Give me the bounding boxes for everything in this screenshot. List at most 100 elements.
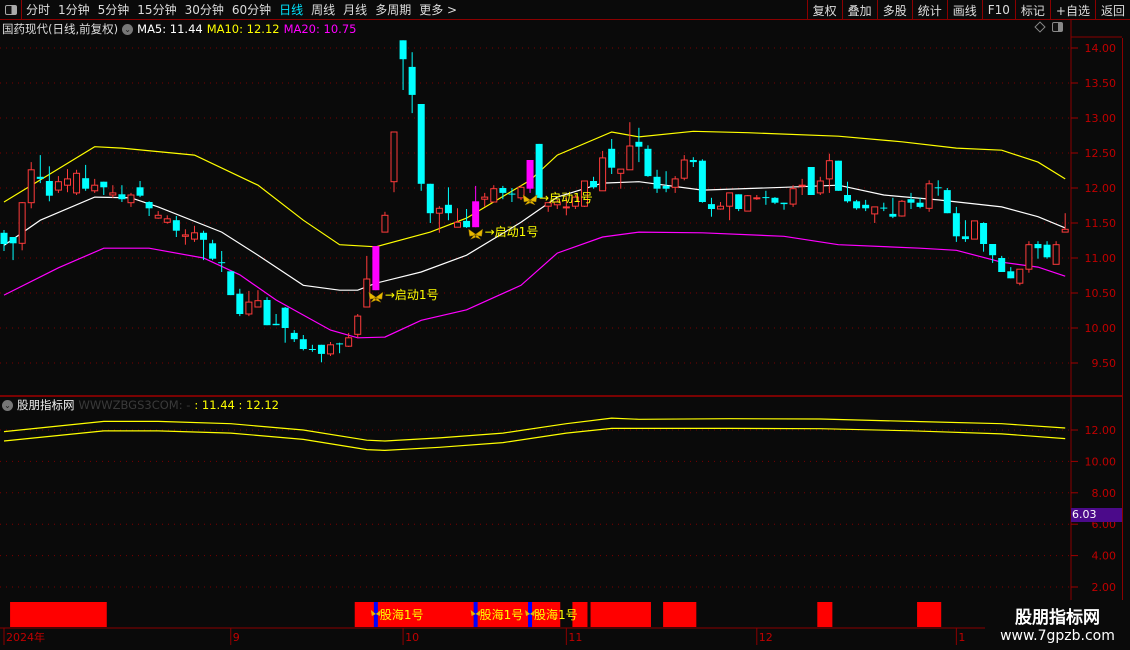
candle [227,271,235,296]
candle [653,169,661,193]
candle [472,185,480,228]
candle [1043,241,1051,259]
candle [717,202,725,210]
candle [789,185,797,207]
candle [916,197,924,209]
candle-body [844,195,852,202]
candle [490,185,498,203]
candle [889,197,897,219]
candle [807,167,815,195]
candle-body [943,190,951,214]
candle [9,237,17,261]
signal-bar [817,602,833,627]
candle-body [980,223,988,244]
candle-body [816,180,824,194]
candle [816,176,824,195]
candle-body [444,204,452,214]
butterfly-icon [468,228,483,240]
signal-marker: →启动1号 [468,225,538,240]
candle-body [1061,228,1069,233]
candle [853,199,861,210]
candle-body [871,206,879,215]
candle [771,197,779,205]
candle [63,169,71,193]
candle-body [345,337,353,347]
candle-body [780,202,788,205]
candle [145,201,153,216]
candle-body [0,232,8,244]
candle-body [426,183,434,214]
candle-body [254,300,262,308]
candle-body [635,141,643,147]
candle [617,168,625,189]
candle-body [218,262,226,264]
candle-body [662,185,670,189]
candle-body [753,197,761,200]
candle-body [190,232,198,240]
candle [698,159,706,203]
candle [590,176,598,189]
candle-body [862,204,870,209]
candle-body [771,197,779,203]
candle-body [717,205,725,210]
candle [662,171,670,193]
price-tick-label: 12.50 [1085,147,1117,160]
candle-body [825,160,833,180]
candle [934,180,942,196]
watermark: 股朋指标网 www.7gpzb.com [985,600,1130,650]
candle [73,169,81,195]
candle-body [1052,244,1060,265]
candle-body [952,213,960,237]
candle [880,202,888,212]
candle-body [299,339,307,349]
candle-body [327,344,335,355]
candle [100,181,108,195]
candle [970,220,978,240]
candle-body [599,157,607,192]
candle [336,342,344,354]
candle-body [1007,271,1015,279]
candle [753,195,761,200]
candle [317,344,325,363]
candle [218,251,226,272]
candle [1016,268,1024,286]
candle-body [227,271,235,296]
candle-body [82,178,90,189]
candle [27,162,35,209]
candle-body [454,221,461,228]
time-tick-label: 1 [958,631,965,644]
cursor-value-label: 6.03 [1071,508,1122,522]
indicator-tick-label: 2.00 [1092,581,1117,594]
candle-body [989,244,997,256]
candle [363,255,371,308]
candle-body [916,202,924,207]
price-tick-label: 10.50 [1085,287,1117,300]
candle [707,197,715,217]
candle [426,183,434,223]
candle-body [372,246,380,291]
kline-chart[interactable]: 14.0013.5013.0012.5012.0011.5011.0010.50… [0,0,1130,650]
candle [127,192,135,207]
candle [907,192,915,209]
butterfly-icon [522,194,538,206]
candle-body [798,184,806,187]
candle [417,104,425,191]
candle-body [617,168,625,174]
candle [163,215,171,224]
candle [181,229,189,245]
candle [236,288,244,317]
candle [454,208,461,228]
time-tick-label: 2024年 [6,630,45,644]
candle [898,199,906,217]
candle [980,222,988,252]
candle-body [463,220,471,228]
candle [844,181,852,203]
candle-body [100,181,108,188]
candle [91,178,99,193]
candle-body [898,200,906,217]
candle-body [834,160,842,191]
candle [680,155,688,181]
signal-marker: →启动1号 [522,191,593,206]
candle [626,122,634,171]
signal-bar [663,602,697,627]
